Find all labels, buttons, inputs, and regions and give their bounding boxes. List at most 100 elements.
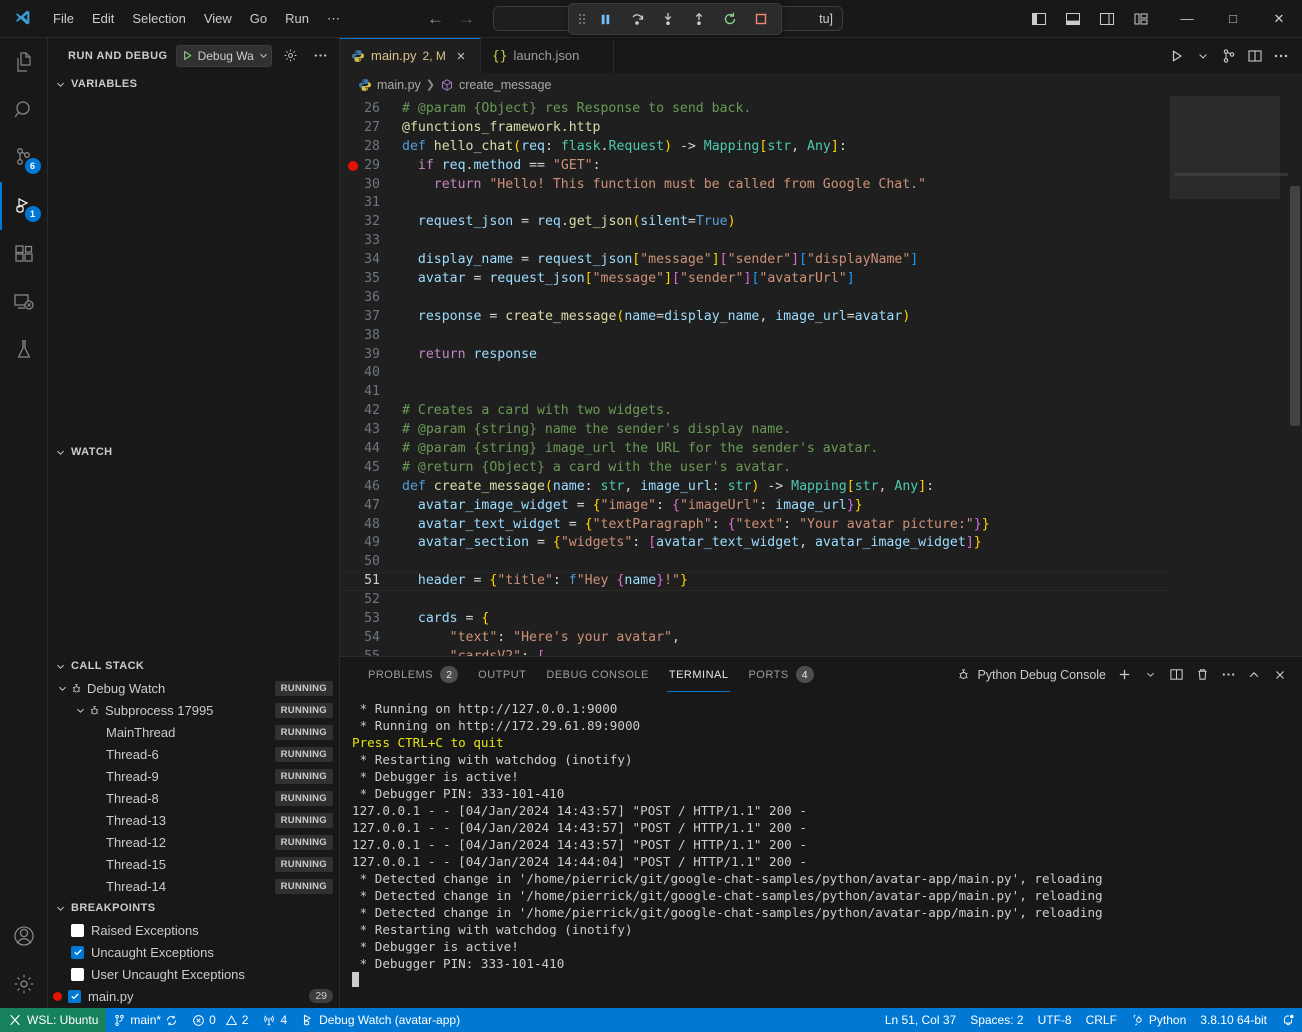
breakpoint-checkbox[interactable]: [68, 990, 81, 1003]
kill-terminal-trash-icon[interactable]: [1190, 663, 1214, 687]
call-stack-row[interactable]: Thread-9RUNNING: [48, 765, 339, 787]
run-dropdown-chevron-icon[interactable]: [1190, 41, 1216, 71]
breakpoint-checkbox[interactable]: [71, 924, 84, 937]
status-encoding[interactable]: UTF-8: [1031, 1008, 1079, 1032]
terminal-output[interactable]: * Running on http://127.0.0.1:9000 * Run…: [340, 692, 1302, 1008]
code-line[interactable]: 29 if req.method == "GET":: [340, 157, 1170, 176]
editor-scrollbar[interactable]: [1288, 96, 1302, 656]
section-breakpoints-header[interactable]: BREAKPOINTS: [48, 897, 339, 919]
chevron-down-icon[interactable]: [54, 683, 70, 694]
code-line[interactable]: 37 response = create_message(name=displa…: [340, 308, 1170, 327]
activity-testing[interactable]: [0, 326, 48, 374]
drag-handle-icon[interactable]: [575, 12, 589, 26]
panel-tab-debug-console[interactable]: DEBUG CONSOLE: [536, 657, 658, 692]
code-line[interactable]: 26# @param {Object} res Response to send…: [340, 100, 1170, 119]
chevron-down-icon[interactable]: [72, 705, 88, 716]
code-line[interactable]: 30 return "Hello! This function must be …: [340, 176, 1170, 195]
code-line[interactable]: 32 request_json = req.get_json(silent=Tr…: [340, 213, 1170, 232]
status-eol[interactable]: CRLF: [1079, 1008, 1124, 1032]
toggle-secondary-sidebar-icon[interactable]: [1090, 4, 1124, 34]
breadcrumb-file[interactable]: main.py: [377, 78, 421, 92]
code-line[interactable]: 55 "cardsV2": [: [340, 648, 1170, 656]
panel-tab-problems[interactable]: PROBLEMS2: [358, 657, 468, 692]
menu-more[interactable]: ⋯: [318, 8, 349, 30]
activity-manage-settings[interactable]: [0, 960, 48, 1008]
panel-tab-terminal[interactable]: TERMINAL: [659, 657, 739, 692]
debug-toolbar[interactable]: [568, 3, 782, 35]
status-language-mode[interactable]: Python: [1124, 1008, 1193, 1032]
call-stack-tree[interactable]: Debug WatchRUNNINGSubprocess 17995RUNNIN…: [48, 677, 339, 897]
breakpoint-row[interactable]: Uncaught Exceptions: [48, 941, 339, 963]
editor-breakpoint-dot-icon[interactable]: [348, 161, 358, 171]
customize-layout-icon[interactable]: [1124, 4, 1158, 34]
status-remote-indicator[interactable]: WSL: Ubuntu: [0, 1008, 106, 1032]
call-stack-row[interactable]: Thread-6RUNNING: [48, 743, 339, 765]
launch-configuration-select[interactable]: Debug Wa: [176, 45, 272, 67]
code-line[interactable]: 33: [340, 232, 1170, 251]
activity-accounts[interactable]: [0, 912, 48, 960]
status-notifications[interactable]: [1274, 1008, 1302, 1032]
breakpoint-row[interactable]: main.py29: [48, 985, 339, 1007]
editor-tab-close-icon[interactable]: [452, 47, 470, 65]
activity-explorer[interactable]: [0, 38, 48, 86]
arrow-left-icon[interactable]: ←: [427, 10, 444, 27]
panel-tab-ports[interactable]: PORTS4: [738, 657, 823, 692]
code-line[interactable]: 52: [340, 591, 1170, 610]
code-line[interactable]: 28def hello_chat(req: flask.Request) -> …: [340, 138, 1170, 157]
ellipsis-icon[interactable]: [310, 45, 332, 67]
call-stack-row[interactable]: Thread-12RUNNING: [48, 831, 339, 853]
terminal-tab-name[interactable]: Python Debug Console: [952, 667, 1110, 682]
code-line[interactable]: 51 header = {"title": f"Hey {name}!"}: [340, 572, 1170, 591]
breakpoint-checkbox[interactable]: [71, 968, 84, 981]
code-scroll-area[interactable]: 26# @param {Object} res Response to send…: [340, 96, 1170, 656]
code-line[interactable]: 48 avatar_text_widget = {"textParagraph"…: [340, 516, 1170, 535]
play-icon[interactable]: [181, 49, 194, 62]
pause-button[interactable]: [591, 6, 620, 32]
code-line[interactable]: 53 cards = {: [340, 610, 1170, 629]
chevron-up-icon[interactable]: [1242, 663, 1266, 687]
editor-scrollbar-thumb[interactable]: [1290, 186, 1300, 426]
code-line[interactable]: 35 avatar = request_json["message"]["sen…: [340, 270, 1170, 289]
call-stack-row[interactable]: Debug WatchRUNNING: [48, 677, 339, 699]
new-terminal-icon[interactable]: [1112, 663, 1136, 687]
menu-view[interactable]: View: [195, 8, 241, 29]
status-indentation[interactable]: Spaces: 2: [963, 1008, 1030, 1032]
menu-selection[interactable]: Selection: [123, 8, 194, 29]
toggle-panel-icon[interactable]: [1056, 4, 1090, 34]
step-into-button[interactable]: [653, 6, 682, 32]
code-line[interactable]: 40: [340, 364, 1170, 383]
code-editor[interactable]: 26# @param {Object} res Response to send…: [340, 96, 1302, 656]
breakpoint-row[interactable]: Raised Exceptions: [48, 919, 339, 941]
status-ports[interactable]: 4: [255, 1008, 294, 1032]
code-line[interactable]: 44# @param {string} image_url the URL fo…: [340, 440, 1170, 459]
activity-source-control[interactable]: 6: [0, 134, 48, 182]
code-line[interactable]: 54 "text": "Here's your avatar",: [340, 629, 1170, 648]
menu-edit[interactable]: Edit: [83, 8, 123, 29]
status-cursor-position[interactable]: Ln 51, Col 37: [878, 1008, 963, 1032]
close-button[interactable]: ✕: [1256, 0, 1302, 38]
activity-extensions[interactable]: [0, 230, 48, 278]
code-line[interactable]: 41: [340, 383, 1170, 402]
activity-search[interactable]: [0, 86, 48, 134]
sync-icon[interactable]: [165, 1014, 178, 1027]
run-python-file-icon[interactable]: [1164, 41, 1190, 71]
code-line[interactable]: 45# @return {Object} a card with the use…: [340, 459, 1170, 478]
terminal-dropdown-chevron-icon[interactable]: [1138, 663, 1162, 687]
menu-file[interactable]: File: [44, 8, 83, 29]
step-out-button[interactable]: [684, 6, 713, 32]
call-stack-row[interactable]: Thread-14RUNNING: [48, 875, 339, 897]
chevron-down-icon[interactable]: [258, 50, 269, 61]
code-line[interactable]: 50: [340, 553, 1170, 572]
activity-remote-explorer[interactable]: [0, 278, 48, 326]
call-stack-row[interactable]: Thread-13RUNNING: [48, 809, 339, 831]
editor-tab-main-py[interactable]: main.py2, M: [340, 38, 481, 73]
minimize-button[interactable]: —: [1164, 0, 1210, 38]
call-stack-row[interactable]: Thread-15RUNNING: [48, 853, 339, 875]
code-line[interactable]: 34 display_name = request_json["message"…: [340, 251, 1170, 270]
code-line[interactable]: 27@functions_framework.http: [340, 119, 1170, 138]
menu-go[interactable]: Go: [241, 8, 276, 29]
code-line[interactable]: 38: [340, 327, 1170, 346]
panel-more-actions-icon[interactable]: [1216, 663, 1240, 687]
breakpoints-list[interactable]: Raised ExceptionsUncaught ExceptionsUser…: [48, 919, 339, 1007]
step-over-button[interactable]: [622, 6, 651, 32]
